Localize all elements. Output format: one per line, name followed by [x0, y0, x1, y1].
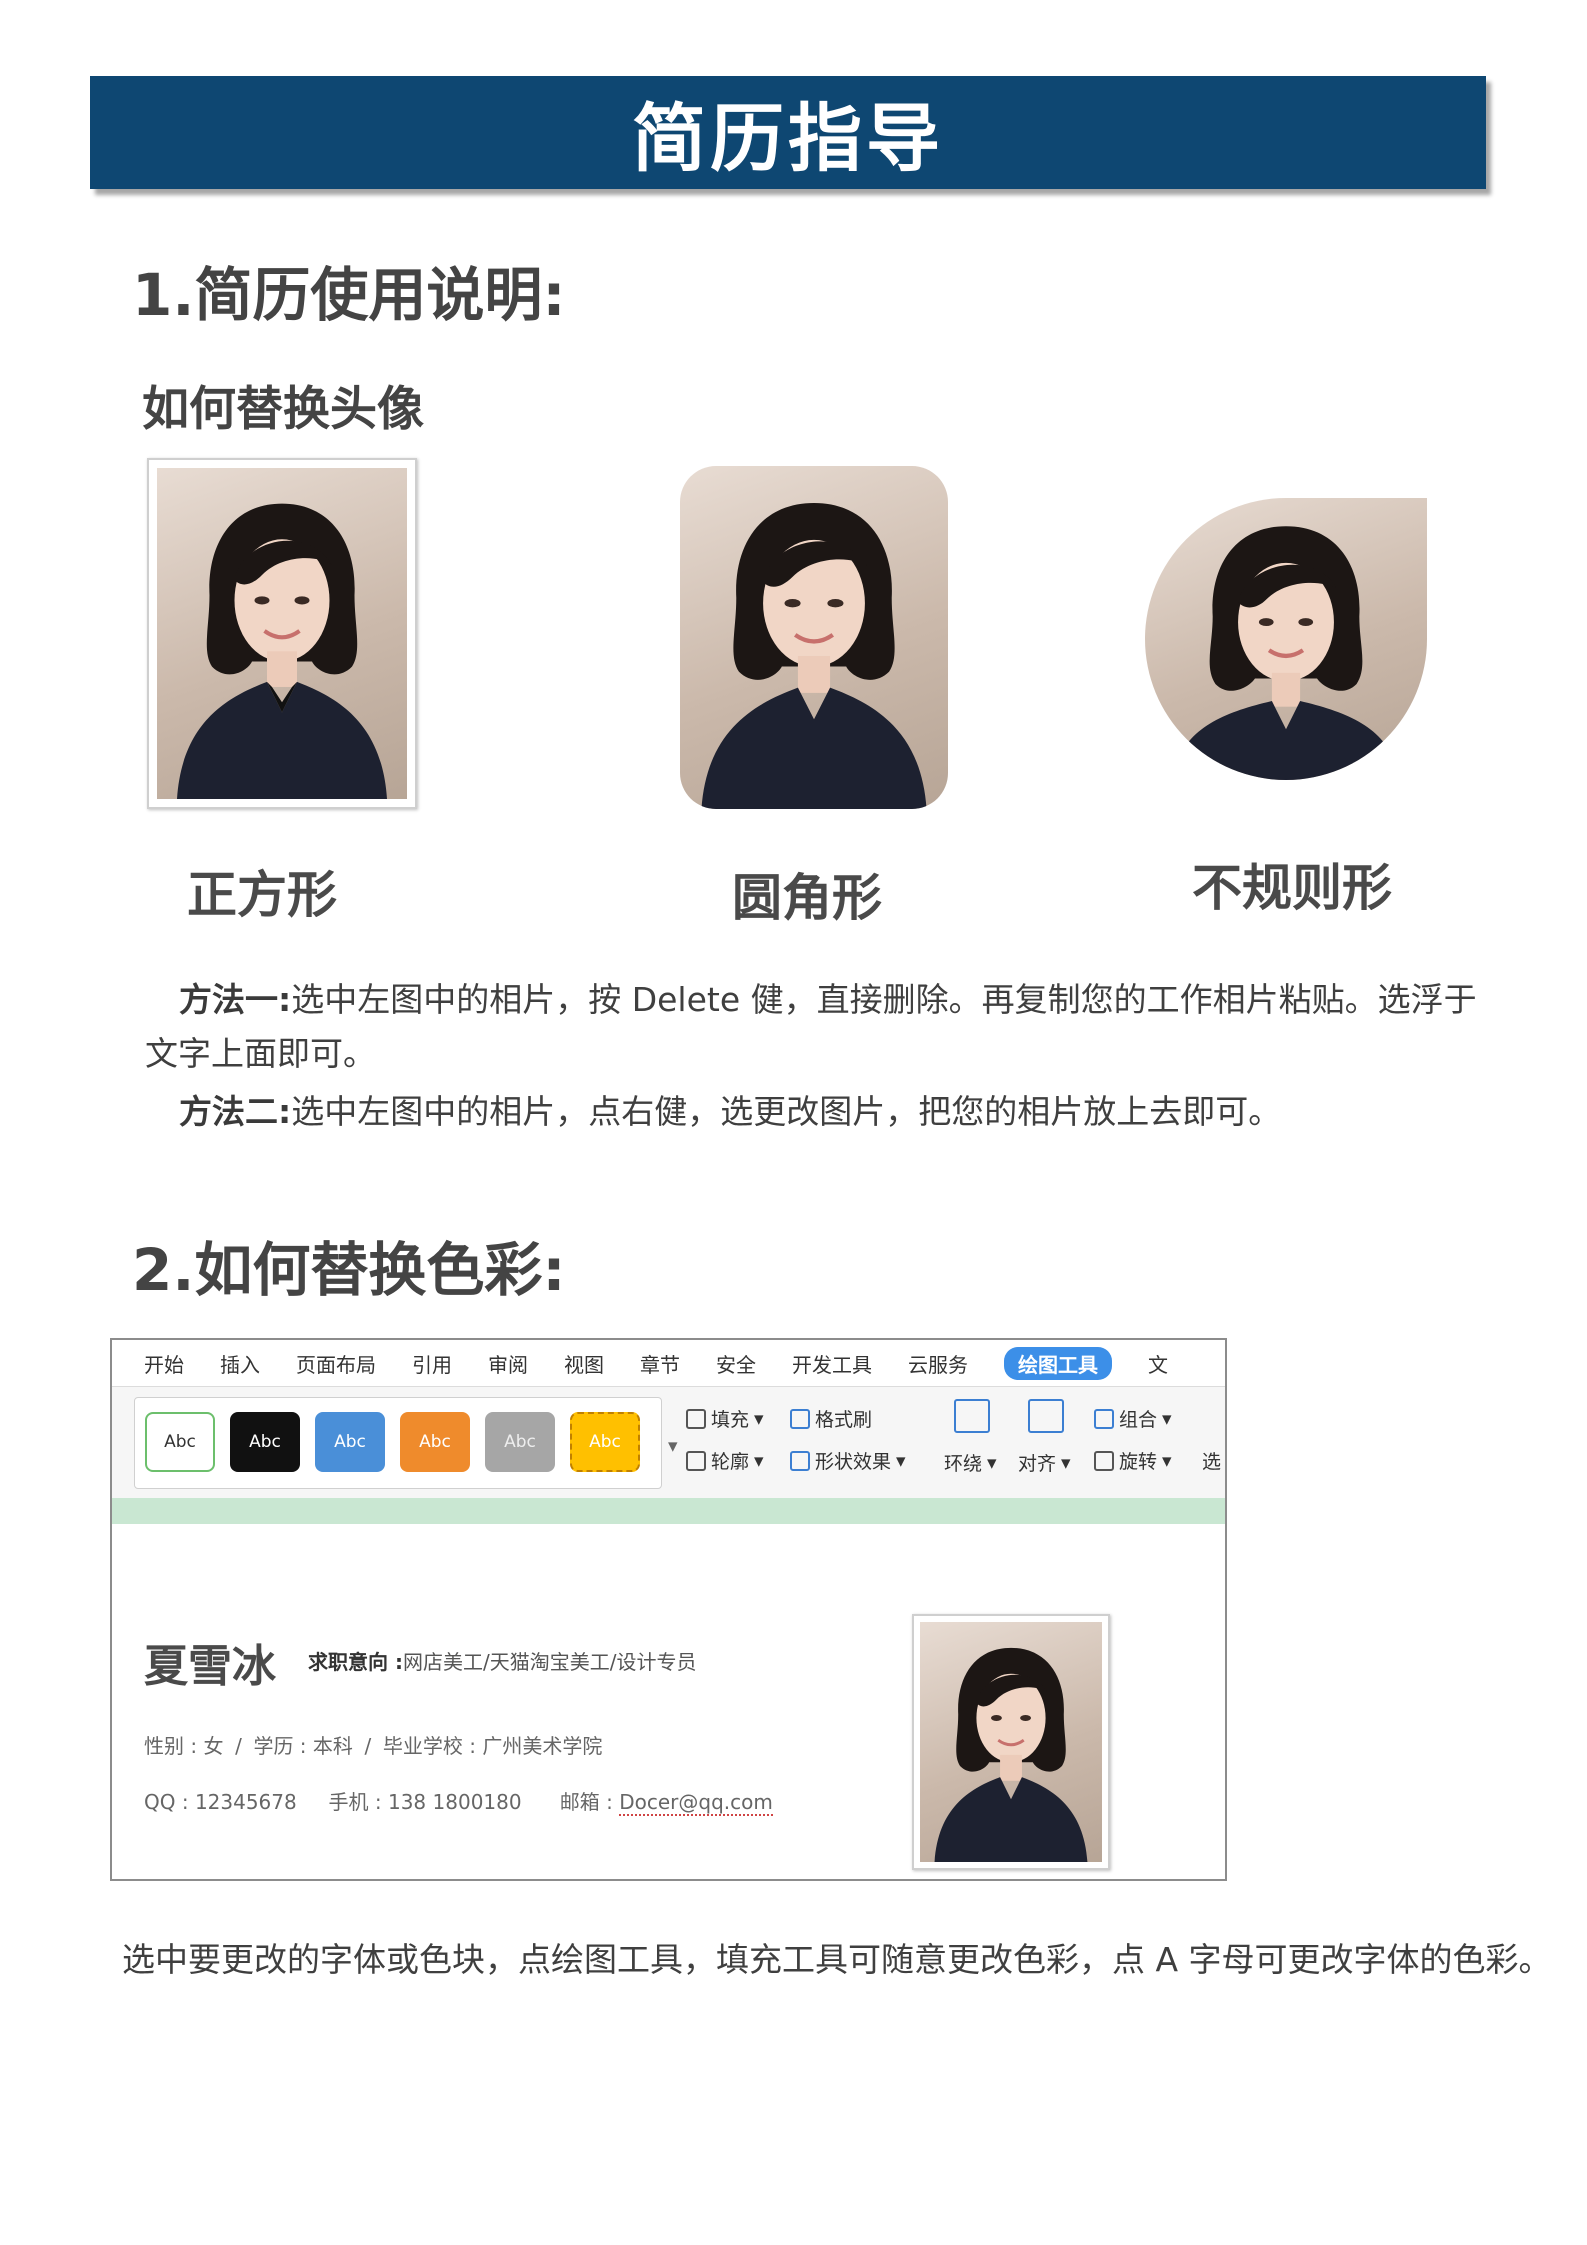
- method-1-paragraph: 方法一:选中左图中的相片，按 Delete 健，直接删除。再复制您的工作相片粘贴…: [145, 973, 1485, 1081]
- resume-name[interactable]: 夏雪冰: [144, 1630, 276, 1694]
- resume-photo-frame[interactable]: [912, 1614, 1110, 1870]
- menu-chapter[interactable]: 章节: [640, 1349, 680, 1378]
- square-photo-frame[interactable]: [147, 458, 417, 809]
- group-button[interactable]: 组合 ▾: [1094, 1405, 1172, 1432]
- menu-insert[interactable]: 插入: [220, 1349, 260, 1378]
- shape-label-square: 正方形: [187, 866, 337, 924]
- ribbon: Abc Abc Abc Abc Abc Abc ▾ 填充 ▾ 格式刷 轮廓 ▾ …: [112, 1386, 1225, 1499]
- outline-button[interactable]: 轮廓 ▾: [686, 1447, 764, 1474]
- method-2-label: 方法二:: [179, 1092, 292, 1131]
- menu-cloud[interactable]: 云服务: [908, 1349, 968, 1378]
- portrait-illustration: [177, 503, 387, 799]
- style-swatch-white[interactable]: Abc: [145, 1412, 215, 1472]
- shape-label-rounded: 圆角形: [732, 869, 882, 927]
- method-2-text: 选中左图中的相片，点右健，选更改图片，把您的相片放上去即可。: [291, 1092, 1282, 1131]
- irregular-photo[interactable]: [1145, 498, 1427, 780]
- align-button[interactable]: 对齐 ▾: [1018, 1449, 1071, 1476]
- software-screenshot: 开始 插入 页面布局 引用 审阅 视图 章节 安全 开发工具 云服务 绘图工具 …: [110, 1338, 1227, 1881]
- page-title: 简历指导: [632, 96, 944, 182]
- menu-text[interactable]: 文: [1148, 1349, 1168, 1378]
- method-2-paragraph: 方法二:选中左图中的相片，点右健，选更改图片，把您的相片放上去即可。: [179, 1085, 1519, 1139]
- format-painter-icon: [790, 1408, 810, 1429]
- style-swatch-orange[interactable]: Abc: [400, 1412, 470, 1472]
- menu-security[interactable]: 安全: [716, 1349, 756, 1378]
- document-ruler-bar: [112, 1498, 1225, 1524]
- resume-info-line[interactable]: 性别 : 女 / 学历 : 本科 / 毕业学校 : 广州美术学院: [144, 1730, 602, 1759]
- fill-icon: [686, 1408, 706, 1429]
- shape-style-gallery: Abc Abc Abc Abc Abc Abc: [134, 1397, 662, 1489]
- rounded-photo[interactable]: [680, 466, 948, 809]
- style-swatch-blue[interactable]: Abc: [315, 1412, 385, 1472]
- menu-start[interactable]: 开始: [144, 1349, 184, 1378]
- shape-label-irregular: 不规则形: [1192, 859, 1392, 917]
- menu-references[interactable]: 引用: [412, 1349, 452, 1378]
- avatar-subheading: 如何替换头像: [142, 382, 424, 437]
- outline-icon: [686, 1450, 706, 1471]
- shape-effects-icon: [790, 1450, 810, 1471]
- menu-view[interactable]: 视图: [564, 1349, 604, 1378]
- method-1-label: 方法一:: [179, 980, 292, 1019]
- portrait-illustration: [701, 502, 927, 809]
- shape-effects-button[interactable]: 形状效果 ▾: [790, 1447, 906, 1474]
- square-photo[interactable]: [157, 468, 407, 799]
- method-1-text: 选中左图中的相片，按 Delete 健，直接删除。再复制您的工作相片粘贴。选浮于…: [145, 980, 1477, 1073]
- wrap-icon: [954, 1399, 990, 1433]
- menu-drawing-tools[interactable]: 绘图工具: [1004, 1346, 1112, 1380]
- rotate-icon: [1094, 1450, 1114, 1471]
- menu-bar: 开始 插入 页面布局 引用 审阅 视图 章节 安全 开发工具 云服务 绘图工具 …: [112, 1340, 1225, 1386]
- group-icon: [1094, 1408, 1114, 1429]
- color-instructions: 选中要更改的字体或色块，点绘图工具，填充工具可随意更改色彩，点 A 字母可更改字…: [122, 1940, 1552, 1979]
- style-swatch-yellow[interactable]: Abc: [570, 1412, 640, 1472]
- title-banner: 简历指导: [90, 76, 1486, 189]
- rotate-button[interactable]: 旋转 ▾: [1094, 1447, 1172, 1474]
- resume-contact-line[interactable]: QQ : 12345678 手机 : 138 1800180 邮箱 : Doce…: [144, 1786, 773, 1816]
- select-button[interactable]: 选: [1202, 1447, 1221, 1474]
- section-1-heading: 1.简历使用说明:: [132, 261, 566, 329]
- format-painter-button[interactable]: 格式刷: [790, 1405, 872, 1432]
- portrait-illustration: [1173, 526, 1399, 780]
- menu-review[interactable]: 审阅: [488, 1349, 528, 1378]
- portrait-illustration: [934, 1647, 1088, 1862]
- style-swatch-black[interactable]: Abc: [230, 1412, 300, 1472]
- wrap-button[interactable]: 环绕 ▾: [944, 1449, 997, 1476]
- menu-developer[interactable]: 开发工具: [792, 1349, 872, 1378]
- align-icon: [1028, 1399, 1064, 1433]
- style-swatch-gray[interactable]: Abc: [485, 1412, 555, 1472]
- fill-button[interactable]: 填充 ▾: [686, 1405, 764, 1432]
- menu-page-layout[interactable]: 页面布局: [296, 1349, 376, 1378]
- section-2-heading: 2.如何替换色彩:: [132, 1236, 566, 1304]
- gallery-more-icon[interactable]: ▾: [668, 1435, 678, 1457]
- resume-photo[interactable]: [920, 1622, 1102, 1862]
- resume-intent[interactable]: 求职意向 :网店美工/天猫淘宝美工/设计专员: [308, 1646, 696, 1675]
